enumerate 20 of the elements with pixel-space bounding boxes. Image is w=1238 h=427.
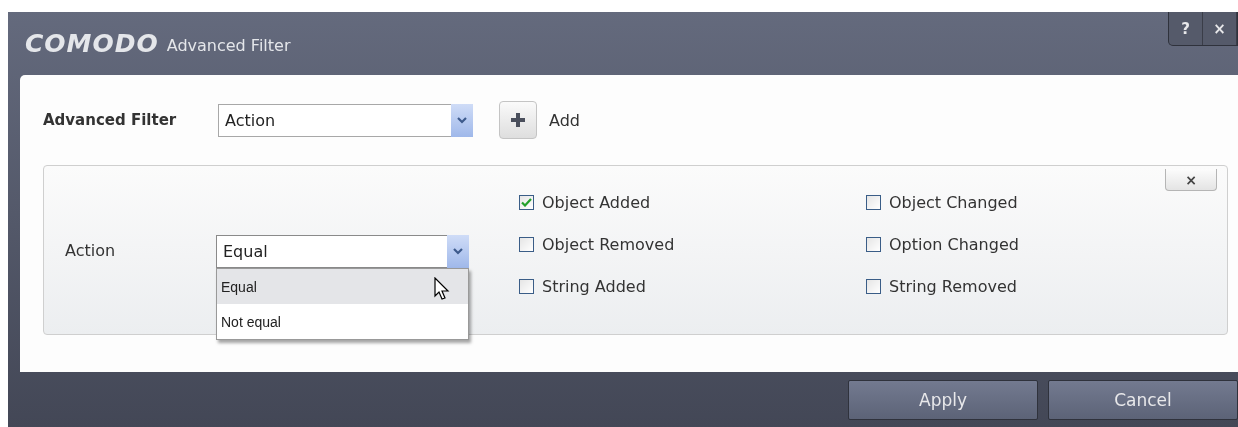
cancel-button[interactable]: Cancel bbox=[1048, 379, 1238, 420]
filter-type-dropdown[interactable]: Action bbox=[218, 103, 473, 137]
dropdown-option[interactable]: Equal bbox=[217, 269, 468, 304]
operator-dropdown[interactable]: Equal bbox=[216, 235, 469, 268]
checkbox-label[interactable]: Option Changed bbox=[889, 234, 1019, 254]
checkbox-label[interactable]: String Removed bbox=[889, 276, 1017, 296]
dropdown-option[interactable]: Not equal bbox=[217, 304, 468, 339]
filter-label: Advanced Filter bbox=[43, 111, 178, 129]
checkbox-label[interactable]: String Added bbox=[542, 276, 646, 296]
checkbox-label[interactable]: Object Added bbox=[542, 192, 651, 212]
remove-filter-button[interactable]: × bbox=[1165, 169, 1217, 191]
window-title: Advanced Filter bbox=[166, 36, 291, 55]
add-label[interactable]: Add bbox=[549, 110, 580, 130]
close-button[interactable]: × bbox=[1203, 12, 1237, 45]
checkbox-label[interactable]: Object Removed bbox=[542, 234, 675, 254]
apply-button[interactable]: Apply bbox=[848, 379, 1038, 420]
action-label: Action bbox=[64, 240, 117, 260]
logo: COMODO bbox=[25, 29, 159, 58]
checkbox-label[interactable]: Object Changed bbox=[889, 192, 1018, 212]
help-button[interactable]: ? bbox=[1169, 12, 1203, 45]
